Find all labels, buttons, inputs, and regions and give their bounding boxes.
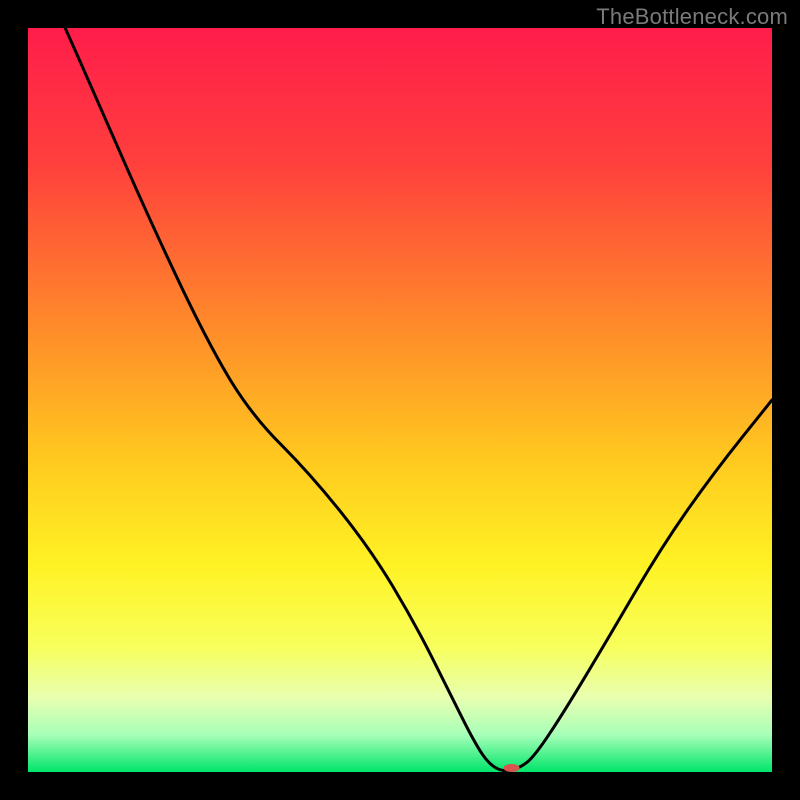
chart-frame: TheBottleneck.com xyxy=(0,0,800,800)
bottleneck-marker xyxy=(504,764,520,772)
chart-background xyxy=(28,28,772,772)
chart-svg xyxy=(28,28,772,772)
watermark-label: TheBottleneck.com xyxy=(596,4,788,30)
plot-area xyxy=(28,28,772,772)
